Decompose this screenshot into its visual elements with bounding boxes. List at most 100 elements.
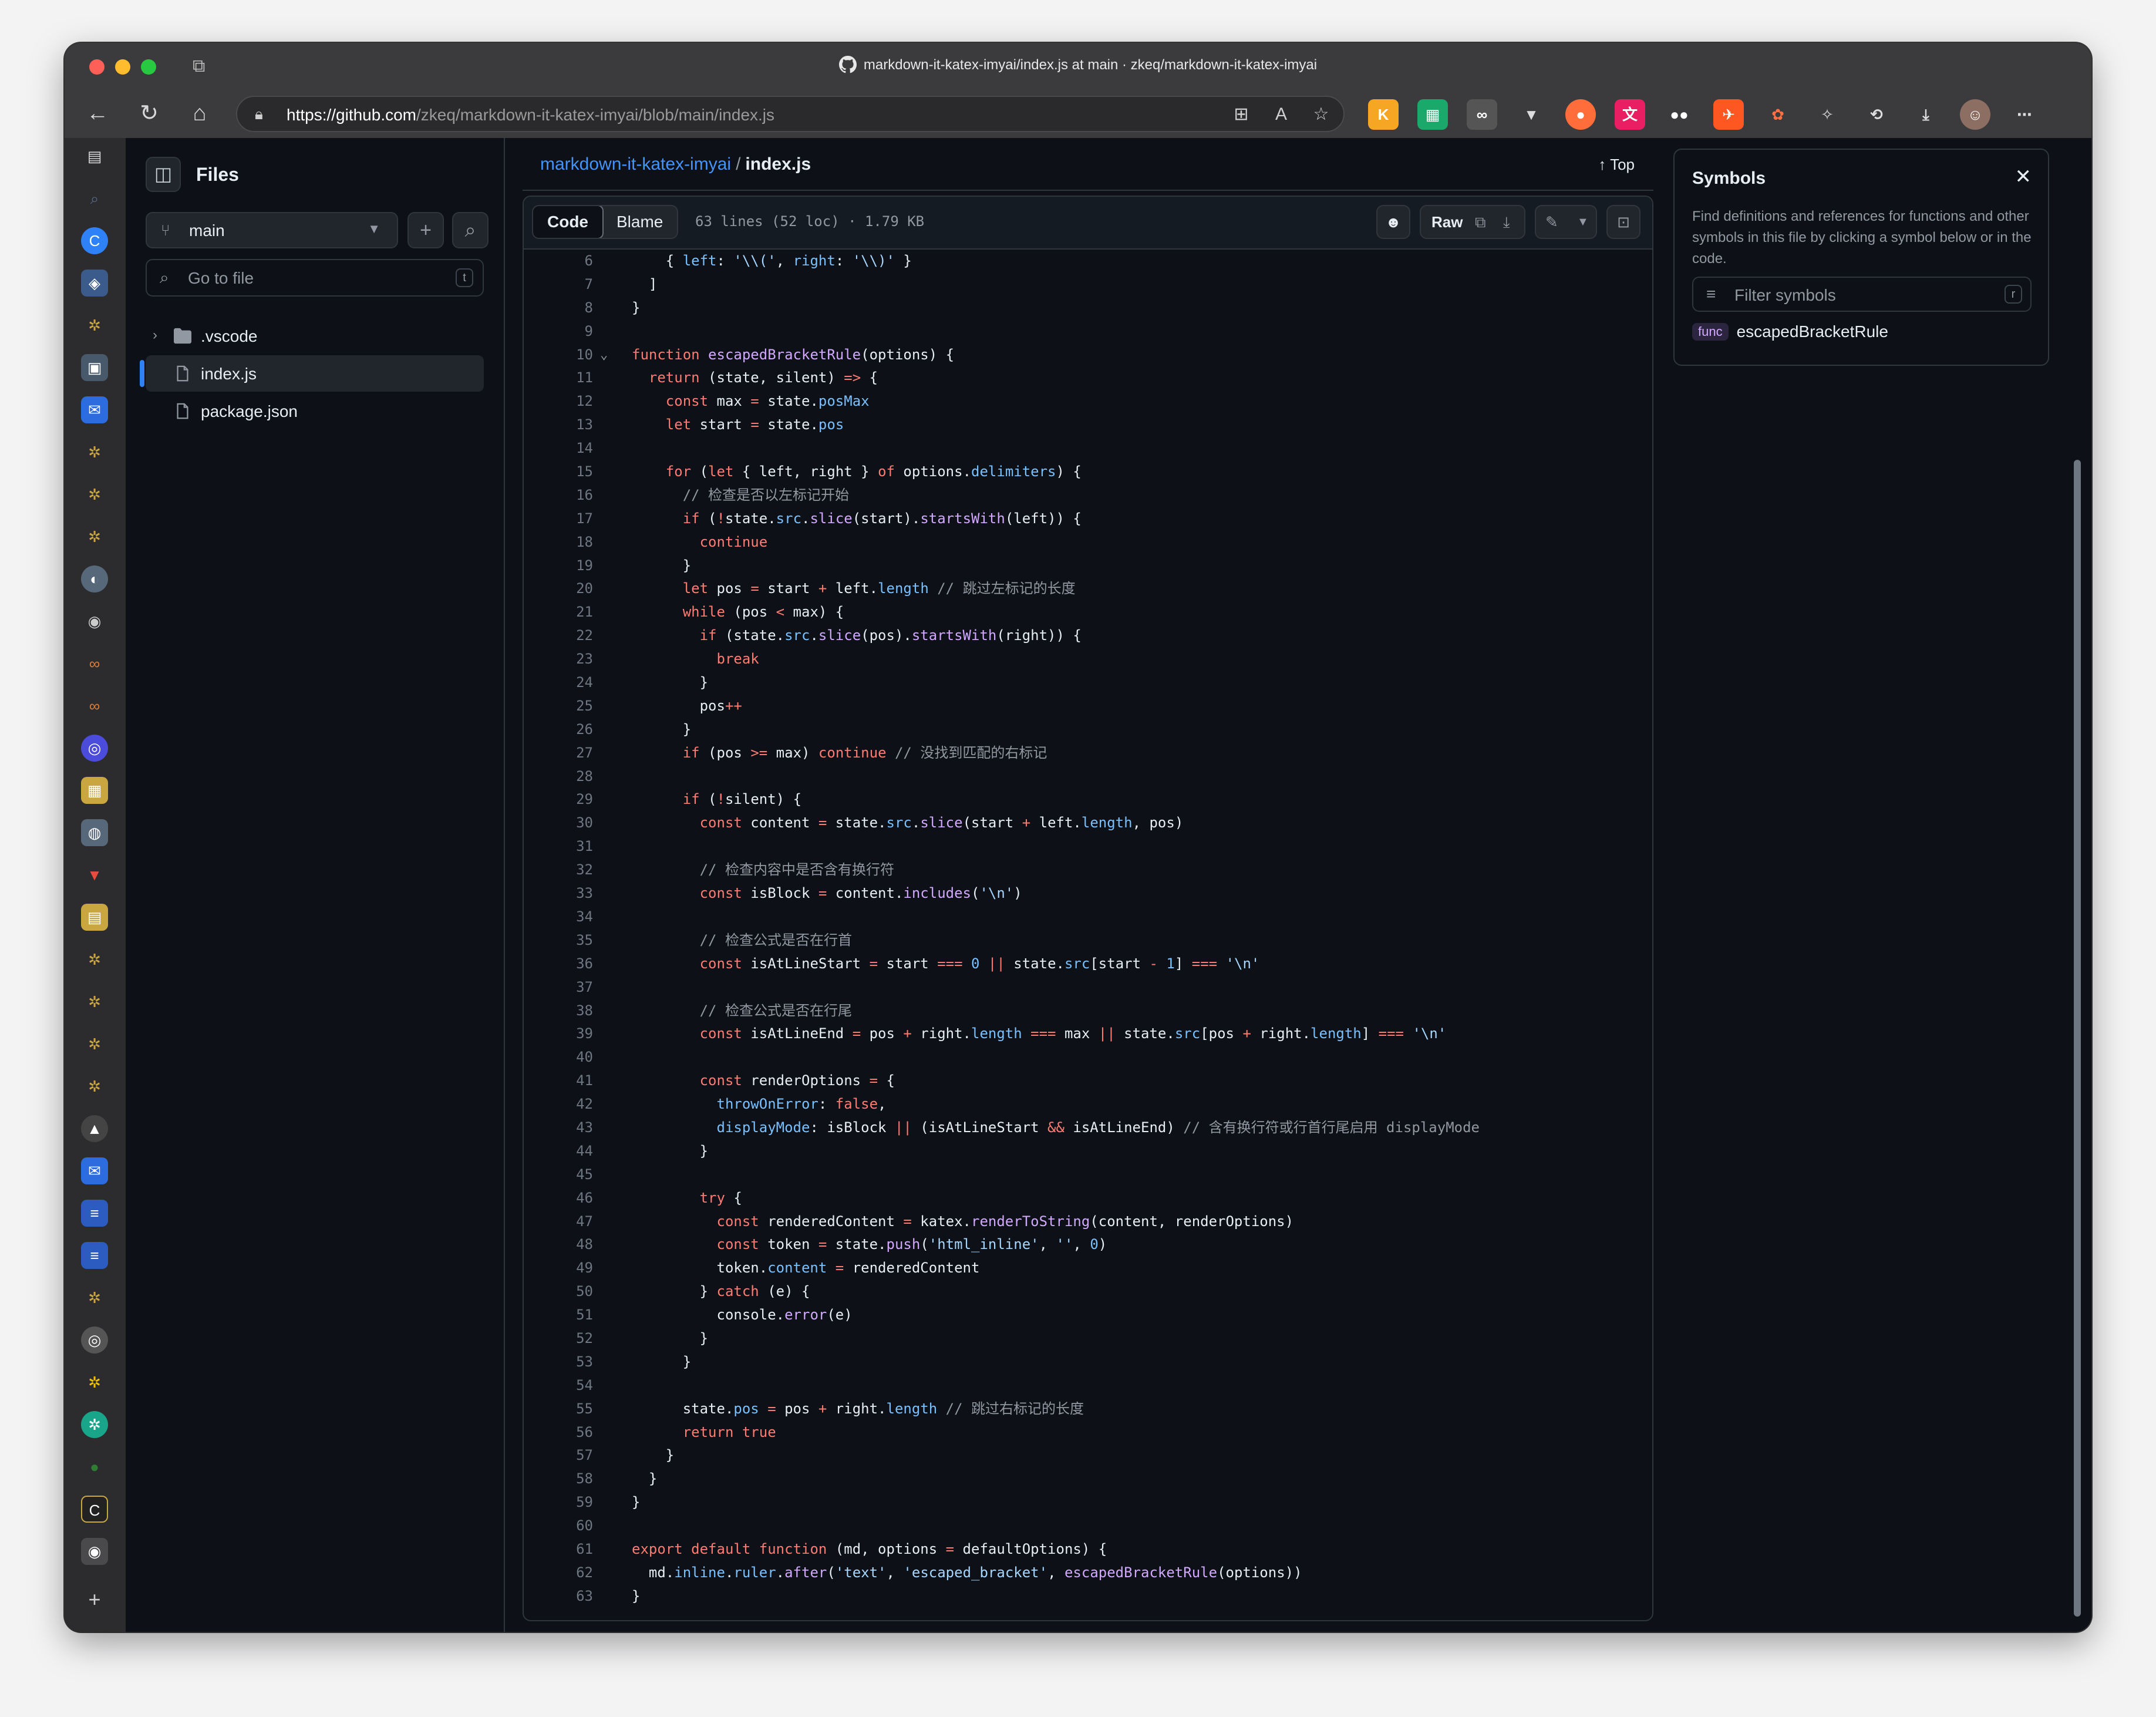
profile-avatar[interactable]: ☺ [1960, 99, 1990, 130]
line-number[interactable]: 36 [524, 952, 593, 976]
vue-icon[interactable]: ▼ [81, 861, 108, 888]
mail-icon[interactable]: ✉ [81, 1157, 108, 1184]
go-to-file-input[interactable] [187, 266, 436, 291]
openai-icon[interactable]: ✲ [81, 1073, 108, 1100]
extension-flower-icon[interactable]: ✿ [1763, 99, 1793, 130]
app-gray-icon[interactable]: ◎ [81, 1327, 108, 1354]
extension-calendar-icon[interactable]: ▦ [1417, 99, 1448, 130]
openai-icon[interactable]: ✲ [81, 1031, 108, 1058]
line-number[interactable]: 59 [524, 1491, 593, 1514]
glasses-icon[interactable]: ∞ [81, 692, 108, 719]
line-number[interactable]: 16 [524, 484, 593, 507]
leaf-icon[interactable]: ● [81, 1453, 108, 1480]
openai-icon[interactable]: ✲ [81, 1284, 108, 1311]
extension-color-icon[interactable]: ● [1565, 99, 1596, 130]
openai-icon[interactable]: ✲ [81, 439, 108, 466]
app-gray-icon[interactable]: ▣ [81, 354, 108, 381]
more-menu-icon[interactable]: ⋯ [2009, 99, 2040, 130]
search-file-button[interactable]: ⌕ [452, 212, 489, 248]
openai-icon[interactable]: ✲ [81, 988, 108, 1015]
github-icon[interactable]: ◉ [81, 608, 108, 635]
line-number[interactable]: 26 [524, 718, 593, 742]
line-number[interactable]: 19 [524, 554, 593, 578]
line-number[interactable]: 56 [524, 1421, 593, 1445]
line-number[interactable]: 8 [524, 297, 593, 320]
line-number[interactable]: 34 [524, 905, 593, 929]
download-icon[interactable]: ⤓ [1503, 206, 1510, 238]
line-number[interactable]: 12 [524, 390, 593, 413]
line-number[interactable]: 49 [524, 1257, 593, 1280]
lock-icon[interactable]: 🔒︎ [255, 105, 272, 123]
line-number[interactable]: 6 [524, 250, 593, 273]
line-number[interactable]: 29 [524, 788, 593, 812]
line-number[interactable]: 23 [524, 648, 593, 671]
page-scrollbar[interactable] [2074, 460, 2081, 1617]
top-link[interactable]: ↑ Top [1598, 156, 1635, 174]
symbols-panel-button[interactable]: ⊡ [1606, 205, 1640, 239]
line-number[interactable]: 52 [524, 1327, 593, 1351]
extensions-puzzle-icon[interactable]: ✧ [1812, 99, 1842, 130]
branch-selector[interactable]: ⑂ main ▼ [146, 212, 398, 248]
download-icon[interactable]: ⤓ [1911, 99, 1941, 130]
line-number[interactable]: 62 [524, 1561, 593, 1585]
line-number[interactable]: 61 [524, 1538, 593, 1561]
doc-icon[interactable]: ≡ [81, 1242, 108, 1269]
openai-icon[interactable]: ✲ [81, 1369, 108, 1396]
line-number[interactable]: 57 [524, 1444, 593, 1467]
line-number[interactable]: 17 [524, 507, 593, 531]
extension-medium-icon[interactable]: ●● [1664, 99, 1695, 130]
line-number[interactable]: 41 [524, 1069, 593, 1093]
line-number[interactable]: 25 [524, 695, 593, 718]
line-number[interactable]: 21 [524, 601, 593, 624]
app-triangle-icon[interactable]: ▲ [81, 1115, 108, 1142]
extension-postman-icon[interactable]: ✈ [1713, 99, 1744, 130]
line-number[interactable]: 22 [524, 624, 593, 648]
line-number[interactable]: 43 [524, 1116, 593, 1140]
fold-chevron-icon[interactable]: ⌄ [600, 344, 608, 367]
line-number[interactable]: 24 [524, 671, 593, 695]
collapse-panel-icon[interactable]: ◫ [146, 157, 181, 192]
filter-symbols-input[interactable] [1733, 284, 1982, 307]
extension-glasses-icon[interactable]: ∞ [1467, 99, 1497, 130]
tree-item-index-js[interactable]: index.js [140, 355, 484, 392]
chevron-down-icon[interactable]: ▼ [1577, 206, 1589, 238]
openai-icon[interactable]: ✲ [81, 312, 108, 339]
filter-symbols[interactable]: ≡ r [1692, 277, 2032, 312]
glasses-icon[interactable]: ∞ [81, 650, 108, 677]
line-number[interactable]: 42 [524, 1093, 593, 1116]
line-number[interactable]: 45 [524, 1163, 593, 1187]
tab-blame[interactable]: Blame [602, 206, 677, 238]
line-number[interactable]: 10 [524, 344, 593, 367]
symbol-item[interactable]: func escapedBracketRule [1692, 322, 1888, 352]
github-icon[interactable]: ◉ [81, 1538, 108, 1565]
line-number[interactable]: 27 [524, 742, 593, 765]
openai-icon[interactable]: ✲ [81, 481, 108, 508]
breadcrumb-repo-link[interactable]: markdown-it-katex-imyai [540, 154, 731, 174]
add-file-button[interactable]: + [407, 212, 444, 248]
search-icon[interactable]: ⌕ [81, 185, 108, 212]
tree-item-package-json[interactable]: package.json [146, 393, 484, 429]
add-sidebar-app-icon[interactable]: + [81, 1586, 108, 1613]
line-number[interactable]: 51 [524, 1304, 593, 1327]
line-number[interactable]: 7 [524, 273, 593, 297]
app-yellow-icon[interactable]: ▦ [81, 777, 108, 804]
app-blue-icon[interactable]: ◎ [81, 735, 108, 762]
favorite-star-icon[interactable]: ☆ [1309, 103, 1333, 126]
app-circle-icon[interactable]: ◐ [81, 565, 108, 592]
line-number[interactable]: 32 [524, 859, 593, 882]
line-number[interactable]: 54 [524, 1374, 593, 1398]
line-number[interactable]: 38 [524, 999, 593, 1023]
line-number[interactable]: 18 [524, 531, 593, 554]
line-number[interactable]: 30 [524, 812, 593, 835]
chevron-right-icon[interactable]: › [153, 327, 157, 344]
line-number[interactable]: 63 [524, 1585, 593, 1608]
address-bar[interactable]: 🔒︎ https://github.com/zkeq/markdown-it-k… [236, 96, 1345, 132]
raw-button[interactable]: Raw [1431, 206, 1463, 238]
extension-vue-icon[interactable]: ▼ [1516, 99, 1547, 130]
extension-k-icon[interactable]: K [1368, 99, 1399, 130]
read-aloud-icon[interactable]: A [1269, 103, 1293, 126]
line-number[interactable]: 58 [524, 1467, 593, 1491]
line-number[interactable]: 13 [524, 413, 593, 437]
back-arrow-icon[interactable]: ← [82, 98, 113, 129]
reload-icon[interactable]: ↻ [134, 98, 164, 129]
